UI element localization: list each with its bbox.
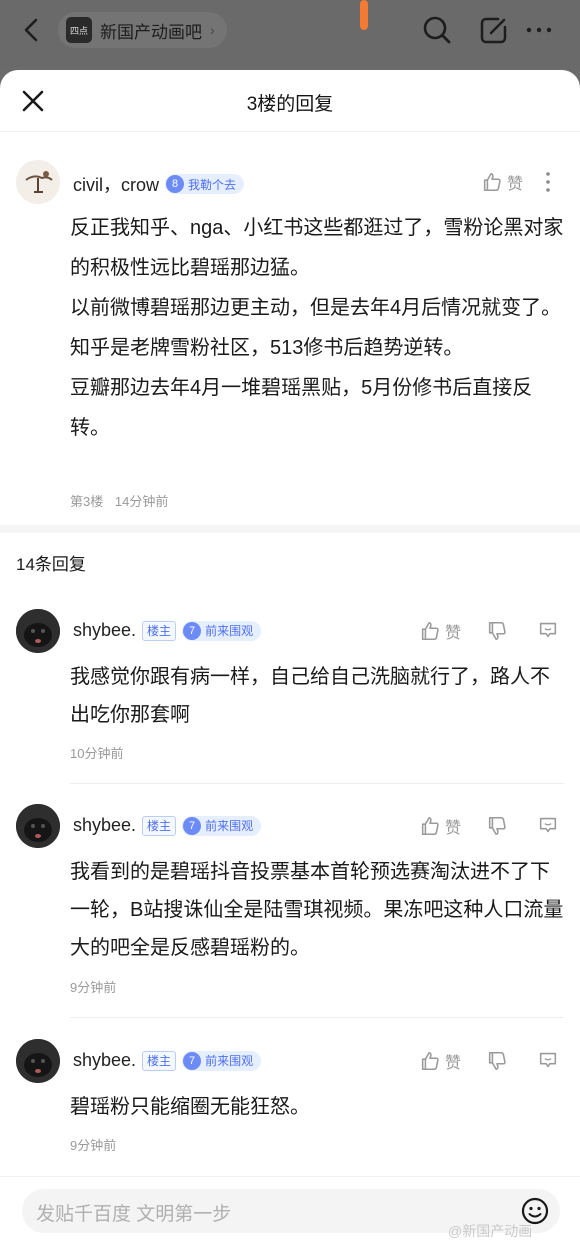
comment-reply-icon[interactable] <box>537 619 559 641</box>
like-button[interactable]: 赞 <box>481 170 523 194</box>
sheet-title: 3楼的回复 <box>246 94 334 115</box>
like-button[interactable]: 赞 <box>419 1049 461 1073</box>
post-paragraph: 豆瓣那边去年4月一堆碧瑶黑贴，5月份修书后直接反转。 <box>70 377 533 439</box>
post-paragraph: 以前微博碧瑶那边更主动，但是去年4月后情况就变了。 <box>70 297 562 319</box>
floor-number: 第3楼 <box>70 494 104 509</box>
post-author-row: civil，crow 8 我勒个去 <box>73 171 245 197</box>
more-options-icon[interactable] <box>523 14 555 46</box>
forum-logo: 四点 <box>66 17 92 43</box>
thumbs-up-icon <box>421 816 439 836</box>
thumbs-down-icon[interactable] <box>486 620 508 642</box>
watermark: @新国产动画 <box>448 1223 533 1239</box>
reply-author-row: shybee. 楼主 7 前来围观 <box>73 1050 262 1071</box>
reply-item: shybee. 楼主 7 前来围观 赞 我感觉你跟有病一样，自己给自己洗脑就行了，… <box>0 600 580 790</box>
level-badge: 7 前来围观 <box>182 815 262 836</box>
username[interactable]: civil，crow <box>73 171 159 197</box>
reply-time: 9分钟前 <box>70 1138 117 1153</box>
username[interactable]: shybee. <box>73 1050 136 1071</box>
username[interactable]: shybee. <box>73 620 136 641</box>
reply-time: 10分钟前 <box>70 746 124 761</box>
post-time: 14分钟前 <box>114 494 169 509</box>
host-badge: 楼主 <box>142 1050 177 1071</box>
avatar[interactable] <box>16 804 60 848</box>
post-paragraph: 反正我知乎、nga、小红书这些都逛过了，雪粉论黑对家的积极性远比碧瑶那边猛。 <box>70 217 564 279</box>
host-badge: 楼主 <box>142 620 177 641</box>
thumbs-up-icon <box>421 1051 439 1071</box>
reply-count: 14条回复 <box>16 555 86 574</box>
comment-reply-icon[interactable] <box>537 1049 559 1071</box>
top-navigation-bar: 四点 新国产动画吧 › <box>0 0 580 68</box>
avatar[interactable] <box>16 160 60 204</box>
reply-divider <box>70 1017 564 1018</box>
host-badge: 楼主 <box>142 815 177 836</box>
reply-content: 我看到的是碧瑶抖音投票基本首轮预选赛淘汰进不了下一轮，B站搜诛仙全是陆雪琪视频。… <box>70 861 564 959</box>
forum-link[interactable]: 四点 新国产动画吧 › <box>58 12 227 48</box>
reply-item: shybee. 楼主 7 前来围观 赞 我看到的是碧瑶抖音投票基本首轮预选赛淘汰进… <box>0 795 580 1025</box>
reply-item: shybee. 楼主 7 前来围观 赞 碧瑶粉只能缩圈无能狂怒。 9分钟前 <box>0 1030 580 1180</box>
back-arrow-icon[interactable] <box>18 16 46 44</box>
compose-icon[interactable] <box>478 14 510 46</box>
avatar[interactable] <box>16 609 60 653</box>
notification-indicator <box>360 0 368 30</box>
reply-sheet: 3楼的回复 civil，crow 8 我勒个去 赞 反正我知乎、nga、小红书这… <box>0 70 580 1246</box>
reply-divider <box>70 783 564 784</box>
post-content: 反正我知乎、nga、小红书这些都逛过了，雪粉论黑对家的积极性远比碧瑶那边猛。 以… <box>70 208 564 448</box>
thumbs-up-icon <box>421 621 439 641</box>
username[interactable]: shybee. <box>73 815 136 836</box>
forum-name: 新国产动画吧 <box>100 22 202 42</box>
level-badge: 8 我勒个去 <box>165 174 245 194</box>
sheet-header: 3楼的回复 <box>0 70 580 132</box>
thumbs-up-icon <box>483 172 501 192</box>
input-placeholder: 发贴千百度 文明第一步 <box>36 1204 232 1225</box>
avatar[interactable] <box>16 1039 60 1083</box>
comment-reply-icon[interactable] <box>537 814 559 836</box>
thumbs-down-icon[interactable] <box>486 815 508 837</box>
reply-content: 我感觉你跟有病一样，自己给自己洗脑就行了，路人不出吃你那套啊 <box>70 666 550 726</box>
thumbs-down-icon[interactable] <box>486 1050 508 1072</box>
like-button[interactable]: 赞 <box>419 619 461 643</box>
post-meta: 第3楼 14分钟前 <box>70 491 168 510</box>
level-badge: 7 前来围观 <box>182 620 262 641</box>
search-icon[interactable] <box>421 14 453 46</box>
section-divider <box>0 525 580 533</box>
post-paragraph: 知乎是老牌雪粉社区，513修书后趋势逆转。 <box>70 337 464 359</box>
chevron-right-icon: › <box>210 22 215 38</box>
like-button[interactable]: 赞 <box>419 814 461 838</box>
reply-author-row: shybee. 楼主 7 前来围观 <box>73 620 262 641</box>
reply-time: 9分钟前 <box>70 980 117 995</box>
reply-content: 碧瑶粉只能缩圈无能狂怒。 <box>70 1096 310 1118</box>
level-badge: 7 前来围观 <box>182 1050 262 1071</box>
reply-author-row: shybee. 楼主 7 前来围观 <box>73 815 262 836</box>
more-vertical-icon[interactable] <box>538 170 558 194</box>
